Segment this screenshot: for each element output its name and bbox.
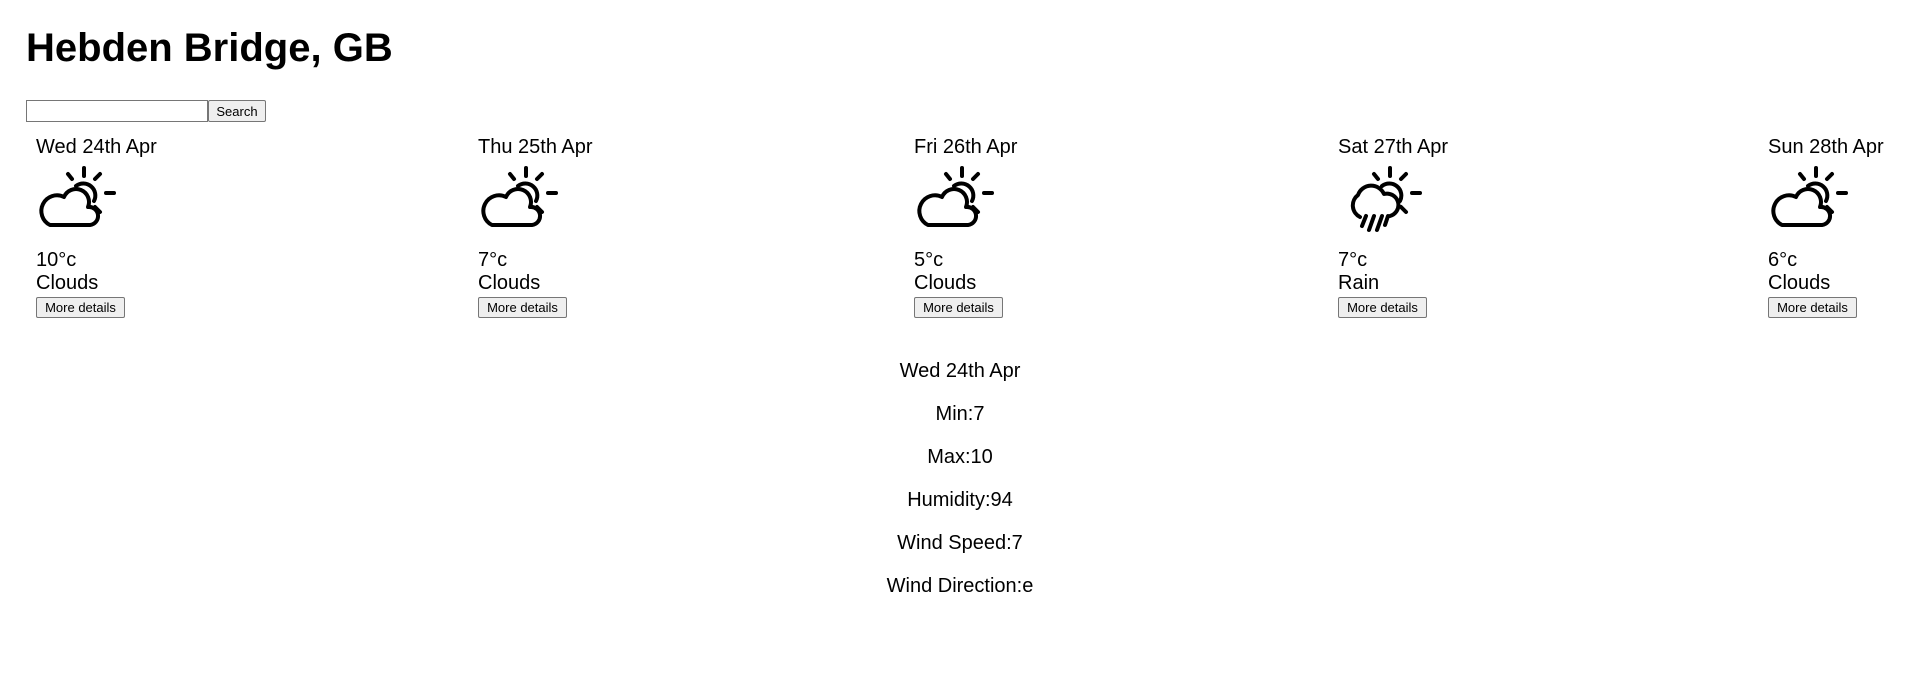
day-date: Thu 25th Apr — [478, 136, 593, 158]
partly-cloudy-icon — [917, 166, 994, 227]
day-description: Rain — [1338, 272, 1380, 294]
day-date: Sat 27th Apr — [1338, 136, 1449, 158]
day-temperature: 6°c — [1768, 249, 1798, 271]
day-temperature: 10°c — [36, 249, 77, 271]
day-description: Clouds — [914, 272, 977, 294]
details-max: Max:10 — [927, 446, 993, 468]
forecast-day: Fri 26th Apr 5°c Clouds More details — [914, 134, 1074, 318]
more-details-button[interactable]: More details — [914, 297, 1003, 318]
day-description: Clouds — [478, 272, 541, 294]
more-details-button[interactable]: More details — [36, 297, 125, 318]
search-form: Search — [26, 100, 266, 122]
partly-cloudy-icon — [481, 166, 558, 227]
partly-cloudy-icon — [39, 166, 116, 227]
details-humidity: Humidity:94 — [907, 489, 1013, 511]
details-panel: Wed 24th Apr Min:7 Max:10 Humidity:94 Wi… — [800, 350, 1120, 608]
day-temperature: 5°c — [914, 249, 944, 271]
day-temperature: 7°c — [1338, 249, 1368, 271]
sun-cloud-rain-icon — [1350, 166, 1422, 232]
page-title: Hebden Bridge, GB — [26, 26, 393, 70]
forecast-day: Sat 27th Apr 7°c Rain More details — [1338, 134, 1498, 318]
details-wind-speed: Wind Speed:7 — [897, 532, 1023, 554]
more-details-button[interactable]: More details — [1768, 297, 1857, 318]
forecast-day: Wed 24th Apr 10°c Clouds More details — [36, 134, 196, 318]
details-min: Min:7 — [935, 403, 985, 425]
more-details-button[interactable]: More details — [1338, 297, 1427, 318]
day-description: Clouds — [36, 272, 99, 294]
day-date: Sun 28th Apr — [1768, 136, 1884, 158]
details-wind-direction: Wind Direction:e — [886, 575, 1034, 597]
forecast-day: Thu 25th Apr 7°c Clouds More details — [478, 134, 638, 318]
search-button[interactable]: Search — [208, 100, 266, 122]
partly-cloudy-icon — [1771, 166, 1848, 227]
search-input[interactable] — [26, 100, 208, 122]
day-date: Wed 24th Apr — [36, 136, 157, 158]
day-description: Clouds — [1768, 272, 1831, 294]
day-date: Fri 26th Apr — [914, 136, 1018, 158]
forecast-day: Sun 28th Apr 6°c Clouds More details — [1768, 134, 1917, 318]
more-details-button[interactable]: More details — [478, 297, 567, 318]
day-temperature: 7°c — [478, 249, 508, 271]
details-date: Wed 24th Apr — [899, 360, 1021, 382]
